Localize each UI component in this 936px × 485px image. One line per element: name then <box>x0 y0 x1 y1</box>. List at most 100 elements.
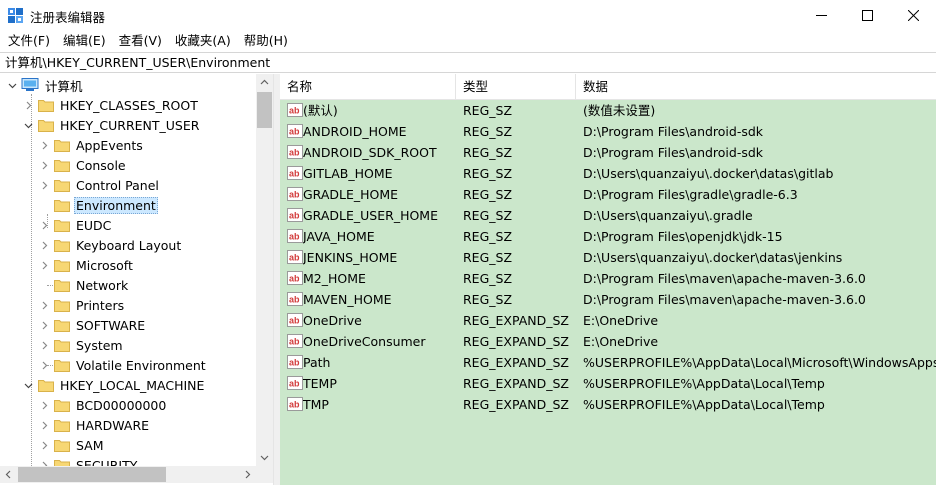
list-item[interactable]: ab OneDriveConsumer REG_EXPAND_SZ E:\OneDri… <box>280 331 936 352</box>
value-data: D:\Program Files\gradle\gradle-6.3 <box>583 187 798 202</box>
chevron-right-icon[interactable] <box>38 259 50 271</box>
tree-horizontal-scrollbar[interactable] <box>0 466 256 483</box>
chevron-right-icon[interactable] <box>38 439 50 451</box>
svg-text:ab: ab <box>289 358 300 368</box>
tree-item[interactable]: System <box>38 335 125 355</box>
chevron-right-icon[interactable] <box>38 159 50 171</box>
svg-text:ab: ab <box>289 274 300 284</box>
list-item[interactable]: ab GRADLE_HOME REG_SZ D:\Program Files\grad… <box>280 184 936 205</box>
folder-icon <box>54 279 70 292</box>
tree-item[interactable]: Printers <box>38 295 126 315</box>
tree-item[interactable]: Console <box>38 155 128 175</box>
tree-item[interactable]: HKEY_CLASSES_ROOT <box>22 95 200 115</box>
tree-item-computer[interactable]: 计算机 <box>6 75 85 95</box>
scroll-up-icon[interactable] <box>256 74 273 91</box>
chevron-right-icon[interactable] <box>38 399 50 411</box>
menu-help[interactable]: 帮助(H) <box>238 31 294 51</box>
tree-item[interactable]: AppEvents <box>38 135 145 155</box>
value-data: %USERPROFILE%\AppData\Local\Temp <box>583 397 825 412</box>
scroll-right-icon[interactable] <box>239 466 256 483</box>
tree-item[interactable]: HKEY_CURRENT_USER <box>22 115 201 135</box>
scrollbar-corner <box>256 466 273 483</box>
tree-vertical-scroll-thumb[interactable] <box>257 92 272 128</box>
menu-view[interactable]: 查看(V) <box>113 31 168 51</box>
chevron-right-icon[interactable] <box>38 139 50 151</box>
close-icon <box>907 9 919 21</box>
list-item[interactable]: ab JAVA_HOME REG_SZ D:\Program Files\openjd… <box>280 226 936 247</box>
list-item[interactable]: ab JENKINS_HOME REG_SZ D:\Users\quanzaiyu\.… <box>280 247 936 268</box>
list-item[interactable]: ab (默认) REG_SZ (数值未设置) <box>280 100 936 121</box>
chevron-right-icon[interactable] <box>38 239 50 251</box>
chevron-down-icon[interactable] <box>22 119 34 131</box>
string-value-icon: ab <box>287 376 303 390</box>
chevron-right-icon[interactable] <box>38 419 50 431</box>
string-value-icon: ab <box>287 355 303 369</box>
scroll-down-icon[interactable] <box>256 449 273 466</box>
close-button[interactable] <box>890 0 936 30</box>
tree-item-label: Control Panel <box>76 177 159 193</box>
tree-item-label: HKEY_CURRENT_USER <box>60 117 200 133</box>
tree-item[interactable]: Network <box>38 275 130 295</box>
tree-item-label: SOFTWARE <box>76 317 146 333</box>
value-name: JENKINS_HOME <box>303 250 398 265</box>
tree-item[interactable]: SAM <box>38 435 106 455</box>
list-item[interactable]: ab ANDROID_SDK_ROOT REG_SZ D:\Program Files… <box>280 142 936 163</box>
chevron-right-icon[interactable] <box>38 459 50 466</box>
tree-item-label: SAM <box>76 437 104 453</box>
folder-icon <box>54 219 70 232</box>
tree-item[interactable]: Volatile Environment <box>38 355 208 375</box>
list-item[interactable]: ab GITLAB_HOME REG_SZ D:\Users\quanzaiyu\.d… <box>280 163 936 184</box>
list-item[interactable]: ab TEMP REG_EXPAND_SZ %USERPROFILE%\AppData… <box>280 373 936 394</box>
tree-item[interactable]: HARDWARE <box>38 415 151 435</box>
tree-item[interactable]: EUDC <box>38 215 113 235</box>
chevron-right-icon[interactable] <box>38 339 50 351</box>
minimize-button[interactable] <box>798 0 844 30</box>
scroll-left-icon[interactable] <box>0 466 17 483</box>
folder-icon <box>54 359 70 372</box>
tree-item[interactable]: BCD00000000 <box>38 395 168 415</box>
string-value-icon: ab <box>287 313 303 327</box>
value-data: %USERPROFILE%\AppData\Local\Microsoft\Wi… <box>583 355 936 370</box>
value-data: (数值未设置) <box>583 103 656 118</box>
list-item[interactable]: ab OneDrive REG_EXPAND_SZ E:\OneDrive <box>280 310 936 331</box>
registry-editor-icon <box>8 8 23 23</box>
list-item[interactable]: ab ANDROID_HOME REG_SZ D:\Program Files\and… <box>280 121 936 142</box>
tree-item[interactable]: Control Panel <box>38 175 161 195</box>
tree-vertical-scrollbar[interactable] <box>256 74 273 466</box>
column-header-name[interactable]: 名称 <box>280 74 456 100</box>
chevron-right-icon[interactable] <box>38 319 50 331</box>
value-type: REG_SZ <box>463 145 513 160</box>
tree-item[interactable]: HKEY_LOCAL_MACHINE <box>22 375 206 395</box>
chevron-down-icon[interactable] <box>6 79 18 91</box>
maximize-button[interactable] <box>844 0 890 30</box>
list-item[interactable]: ab Path REG_EXPAND_SZ %USERPROFILE%\AppData… <box>280 352 936 373</box>
chevron-right-icon[interactable] <box>38 359 50 371</box>
tree-item[interactable]: SECURITY <box>38 455 139 466</box>
chevron-right-icon[interactable] <box>38 219 50 231</box>
tree-item[interactable]: SOFTWARE <box>38 315 147 335</box>
menu-edit[interactable]: 编辑(E) <box>57 31 112 51</box>
list-item[interactable]: ab M2_HOME REG_SZ D:\Program Files\maven\ap… <box>280 268 936 289</box>
menu-file[interactable]: 文件(F) <box>2 31 56 51</box>
string-value-icon: ab <box>287 271 303 285</box>
svg-text:ab: ab <box>289 127 300 137</box>
column-header-data[interactable]: 数据 <box>576 74 936 100</box>
tree-horizontal-scroll-thumb[interactable] <box>18 467 166 482</box>
svg-text:ab: ab <box>289 253 300 263</box>
chevron-right-icon[interactable] <box>22 99 34 111</box>
tree-item-label: 计算机 <box>45 78 83 94</box>
chevron-down-icon[interactable] <box>22 379 34 391</box>
menu-favorites[interactable]: 收藏夹(A) <box>169 31 237 51</box>
address-bar[interactable]: 计算机\HKEY_CURRENT_USER\Environment <box>0 52 936 73</box>
menu-bar: 文件(F) 编辑(E) 查看(V) 收藏夹(A) 帮助(H) <box>0 30 936 52</box>
chevron-right-icon[interactable] <box>38 299 50 311</box>
tree-item[interactable]: Environment <box>38 195 158 215</box>
list-item[interactable]: ab TMP REG_EXPAND_SZ %USERPROFILE%\AppData\… <box>280 394 936 415</box>
tree-item[interactable]: Keyboard Layout <box>38 235 183 255</box>
string-value-icon: ab <box>287 166 303 180</box>
tree-item[interactable]: Microsoft <box>38 255 135 275</box>
list-item[interactable]: ab MAVEN_HOME REG_SZ D:\Program Files\maven… <box>280 289 936 310</box>
column-header-type[interactable]: 类型 <box>456 74 576 100</box>
chevron-right-icon[interactable] <box>38 179 50 191</box>
list-item[interactable]: ab GRADLE_USER_HOME REG_SZ D:\Users\quanzai… <box>280 205 936 226</box>
